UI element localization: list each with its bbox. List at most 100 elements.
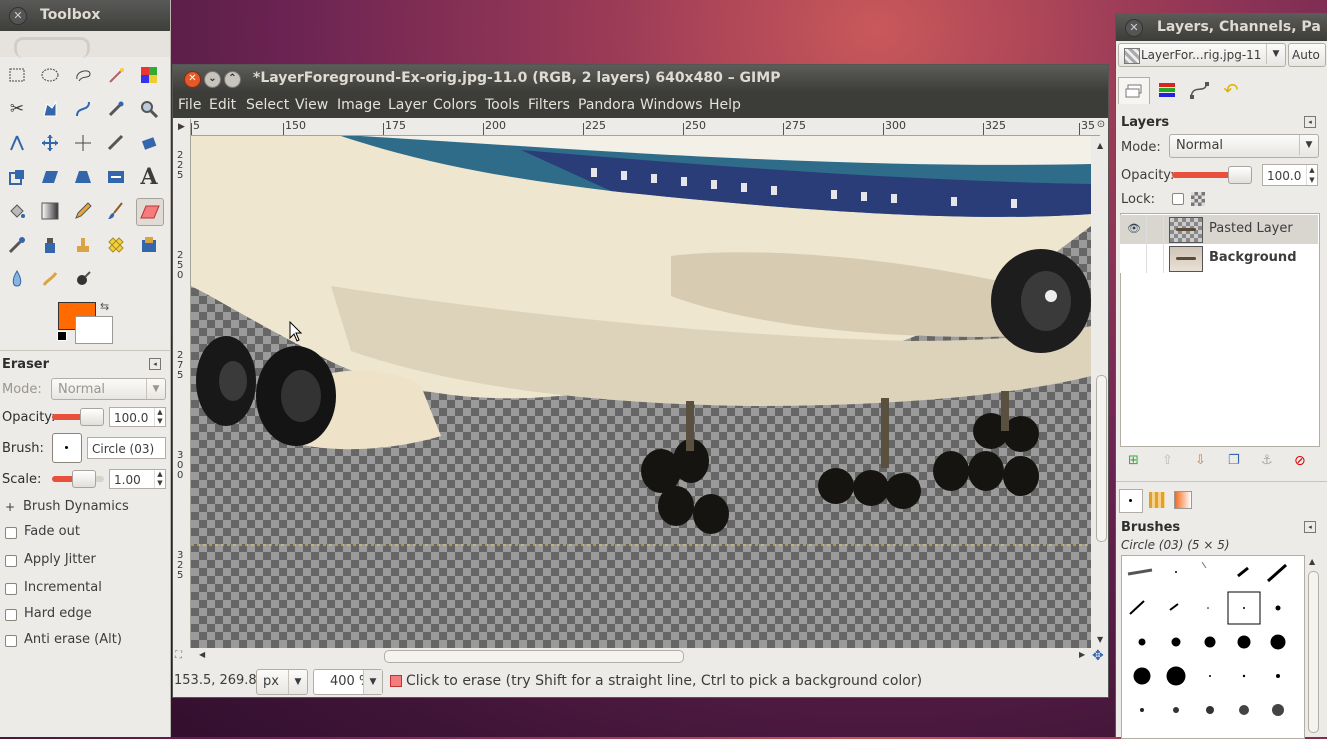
maximize-icon[interactable]: ⌃: [224, 71, 241, 88]
spin-arrows-icon[interactable]: ▲ ▼: [154, 408, 165, 426]
menu-pandora[interactable]: Pandora: [578, 92, 635, 118]
brush-name-field[interactable]: Circle (03): [87, 437, 166, 459]
menu-layer[interactable]: Layer: [388, 92, 427, 118]
scroll-left-icon[interactable]: ◀: [199, 650, 205, 659]
opacity-spinbox[interactable]: 100.0 ▲ ▼: [109, 407, 166, 427]
background-color-swatch[interactable]: [75, 316, 113, 344]
chain-toggle[interactable]: [1146, 244, 1164, 273]
duplicate-layer-icon[interactable]: ❐: [1228, 453, 1240, 468]
option-checkbox[interactable]: [5, 609, 17, 621]
scroll-up-icon[interactable]: ▲: [1097, 141, 1103, 150]
scale-spinbox[interactable]: 1.00 ▲ ▼: [109, 469, 166, 489]
free-select-icon[interactable]: [70, 62, 96, 88]
tab-channels-icon[interactable]: [1152, 77, 1182, 103]
panel-menu-icon[interactable]: ◂: [149, 358, 161, 370]
image-canvas[interactable]: [191, 136, 1091, 648]
lock-pixels-checkbox[interactable]: [1172, 193, 1184, 205]
menu-colors[interactable]: Colors: [433, 92, 477, 118]
option-checkbox[interactable]: [5, 555, 17, 567]
menu-filters[interactable]: Filters: [528, 92, 570, 118]
tab-undo-history-icon[interactable]: ↶: [1216, 77, 1246, 103]
horizontal-scroll-thumb[interactable]: [384, 650, 684, 663]
option-checkbox[interactable]: [5, 635, 17, 647]
scroll-down-icon[interactable]: ▼: [1097, 635, 1103, 644]
zoom-icon[interactable]: [136, 96, 162, 122]
rect-select-icon[interactable]: [4, 62, 30, 88]
default-colors-icon[interactable]: [57, 331, 67, 341]
ink-icon[interactable]: [37, 232, 63, 258]
navigate-icon[interactable]: ✥: [1092, 648, 1104, 664]
paths-icon[interactable]: [70, 96, 96, 122]
spin-arrows-icon[interactable]: ▲ ▼: [1306, 165, 1317, 185]
heal-icon[interactable]: [103, 232, 129, 258]
scale-slider[interactable]: [52, 470, 104, 488]
color-picker-icon[interactable]: [103, 96, 129, 122]
lock-alpha-icon[interactable]: [1191, 192, 1205, 206]
raise-layer-icon[interactable]: ⇧: [1162, 453, 1173, 468]
chain-toggle[interactable]: [1146, 215, 1164, 244]
mode-combo[interactable]: Normal ▼: [51, 378, 166, 400]
menu-edit[interactable]: Edit: [209, 92, 236, 118]
vertical-scroll-thumb[interactable]: [1096, 375, 1107, 542]
perspective-icon[interactable]: [70, 164, 96, 190]
quickmask-corner-icon[interactable]: ▶: [173, 119, 191, 136]
fuzzy-select-icon[interactable]: [103, 62, 129, 88]
paintbrush-icon[interactable]: [103, 198, 129, 224]
lower-layer-icon[interactable]: ⇩: [1195, 453, 1206, 468]
brush-preview-button[interactable]: [52, 433, 82, 463]
new-layer-icon[interactable]: ⊞: [1128, 453, 1139, 468]
airbrush-icon[interactable]: [4, 232, 30, 258]
layer-mode-combo[interactable]: Normal ▼: [1169, 134, 1319, 158]
tab-patterns-icon[interactable]: [1146, 489, 1168, 511]
dodge-burn-icon[interactable]: [70, 266, 96, 292]
menu-file[interactable]: File: [178, 92, 201, 118]
menu-windows[interactable]: Windows: [640, 92, 703, 118]
close-icon[interactable]: ✕: [184, 71, 201, 88]
minimize-icon[interactable]: ⌄: [204, 71, 221, 88]
delete-layer-icon[interactable]: ⊘: [1294, 453, 1306, 469]
tab-layers-icon[interactable]: [1118, 77, 1150, 104]
crop-icon[interactable]: [103, 130, 129, 156]
horizontal-scrollbar[interactable]: ◀ ▶: [199, 649, 1089, 663]
layer-opacity-slider[interactable]: [1172, 166, 1252, 184]
perspective-clone-icon[interactable]: [136, 232, 162, 258]
expand-icon[interactable]: +: [5, 500, 15, 514]
close-icon[interactable]: ✕: [9, 7, 27, 25]
eraser-icon[interactable]: [136, 198, 164, 226]
rotate-icon[interactable]: [136, 130, 162, 156]
menu-image[interactable]: Image: [337, 92, 381, 118]
tab-paths-icon[interactable]: [1184, 77, 1214, 103]
align-icon[interactable]: [70, 130, 96, 156]
brushes-scroll-thumb[interactable]: [1308, 571, 1319, 733]
image-selector-combo[interactable]: LayerFor...rig.jpg-11 ▼: [1118, 43, 1286, 67]
menu-view[interactable]: View: [295, 92, 328, 118]
zoom-fit-icon[interactable]: ⊙: [1094, 119, 1108, 135]
slider-knob[interactable]: [72, 470, 96, 488]
visibility-eye-icon[interactable]: 👁: [1127, 222, 1141, 235]
clone-icon[interactable]: [70, 232, 96, 258]
scroll-up-icon[interactable]: ▲: [1309, 557, 1315, 566]
spin-arrows-icon[interactable]: ▲ ▼: [154, 470, 165, 488]
brush-dynamics-expander[interactable]: Brush Dynamics: [23, 499, 129, 514]
blend-icon[interactable]: [37, 198, 63, 224]
pencil-icon[interactable]: [70, 198, 96, 224]
swap-colors-icon[interactable]: ⇆: [100, 300, 109, 313]
text-icon[interactable]: A: [136, 164, 162, 190]
shear-icon[interactable]: [37, 164, 63, 190]
slider-knob[interactable]: [1228, 166, 1252, 184]
move-icon[interactable]: [37, 130, 63, 156]
menu-tools[interactable]: Tools: [485, 92, 520, 118]
zoom-combo[interactable]: 400 % ▼: [313, 669, 383, 695]
close-icon[interactable]: ✕: [1125, 19, 1143, 37]
menu-help[interactable]: Help: [709, 92, 741, 118]
scale-icon[interactable]: [4, 164, 30, 190]
option-checkbox[interactable]: [5, 583, 17, 595]
tab-brushes-icon[interactable]: [1119, 489, 1143, 513]
navigate-corner-icon[interactable]: ⛶: [175, 650, 182, 661]
scroll-right-icon[interactable]: ▶: [1079, 650, 1085, 659]
scissors-select-icon[interactable]: ✂: [4, 96, 30, 122]
unit-combo[interactable]: px ▼: [256, 669, 308, 695]
auto-button[interactable]: Auto: [1288, 43, 1326, 67]
tab-gradients-icon[interactable]: [1172, 489, 1194, 511]
panel-menu-icon[interactable]: ◂: [1304, 521, 1316, 533]
